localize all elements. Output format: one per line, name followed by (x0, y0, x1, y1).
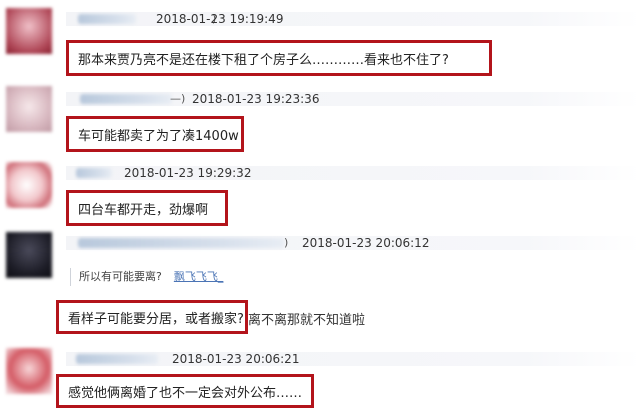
timestamp: 2018-01-23 20:06:21 (172, 352, 300, 366)
comment-text-highlight: 那本来贾乃亮不是还在楼下租了个房子么…………看来也不住了? (66, 40, 492, 76)
username-tail: —) (170, 92, 186, 105)
timestamp: 2018-01-23 19:19:49 (156, 12, 284, 26)
comment-text: 车可能都卖了为了凑1400w (78, 128, 239, 144)
quote-text: 所以有可能要离? (79, 270, 162, 283)
comment-text-highlight: 四台车都开走，劲爆啊 (66, 190, 228, 226)
avatar[interactable] (6, 162, 52, 208)
comment-text-highlight: 车可能都卖了为了凑1400w (66, 116, 244, 152)
comment-5: 2018-01-23 20:06:21 感觉他俩离婚了也不一定会对外公布…… (0, 338, 640, 413)
avatar[interactable] (6, 348, 52, 394)
username-tail: ) (284, 236, 289, 249)
comment-text-highlight: 看样子可能要分居，或者搬家? (56, 300, 248, 334)
avatar[interactable] (6, 86, 52, 132)
quote-user-link[interactable]: 飘飞飞飞_ (174, 270, 224, 283)
timestamp: 2018-01-23 20:06:12 (302, 236, 430, 250)
comment-text-highlight: 感觉他俩离婚了也不一定会对外公布…… (56, 374, 314, 408)
comment-1: ) 2018-01-23 19:19:49 那本来贾乃亮不是还在楼下租了个房子么… (0, 0, 640, 82)
comment-meta: 2018-01-23 20:06:21 (66, 352, 640, 366)
timestamp: 2018-01-23 19:29:32 (124, 166, 252, 180)
comment-text: 看样子可能要分居，或者搬家? (68, 311, 244, 327)
comment-text-continued: 离不离那就不知道啦 (248, 313, 366, 328)
comment-text: 四台车都开走，劲爆啊 (78, 202, 209, 218)
comment-text: 那本来贾乃亮不是还在楼下租了个房子么…………看来也不住了? (78, 52, 449, 68)
username-blurred[interactable] (76, 354, 158, 364)
comment-meta: ) 2018-01-23 20:06:12 (66, 236, 640, 250)
comment-4: ) 2018-01-23 20:06:12 所以有可能要离? 飘飞飞飞_ 看样子可… (0, 228, 640, 338)
comment-3: 2018-01-23 19:29:32 四台车都开走，劲爆啊 (0, 156, 640, 228)
avatar[interactable] (6, 232, 52, 278)
comment-meta: ) 2018-01-23 19:19:49 (66, 12, 640, 26)
comment-text: 感觉他俩离婚了也不一定会对外公布…… (68, 385, 303, 401)
comment-meta: 2018-01-23 19:29:32 (66, 166, 640, 180)
username-blurred[interactable] (78, 14, 136, 24)
timestamp: 2018-01-23 19:23:36 (192, 92, 320, 106)
quoted-reply: 所以有可能要离? 飘飞飞飞_ (70, 268, 223, 286)
username-blurred[interactable] (78, 238, 284, 248)
username-blurred[interactable] (80, 94, 172, 104)
username-blurred[interactable] (76, 168, 112, 178)
avatar[interactable] (6, 8, 52, 54)
comment-2: —) 2018-01-23 19:23:36 车可能都卖了为了凑1400w (0, 82, 640, 156)
comment-meta: —) 2018-01-23 19:23:36 (66, 92, 640, 106)
